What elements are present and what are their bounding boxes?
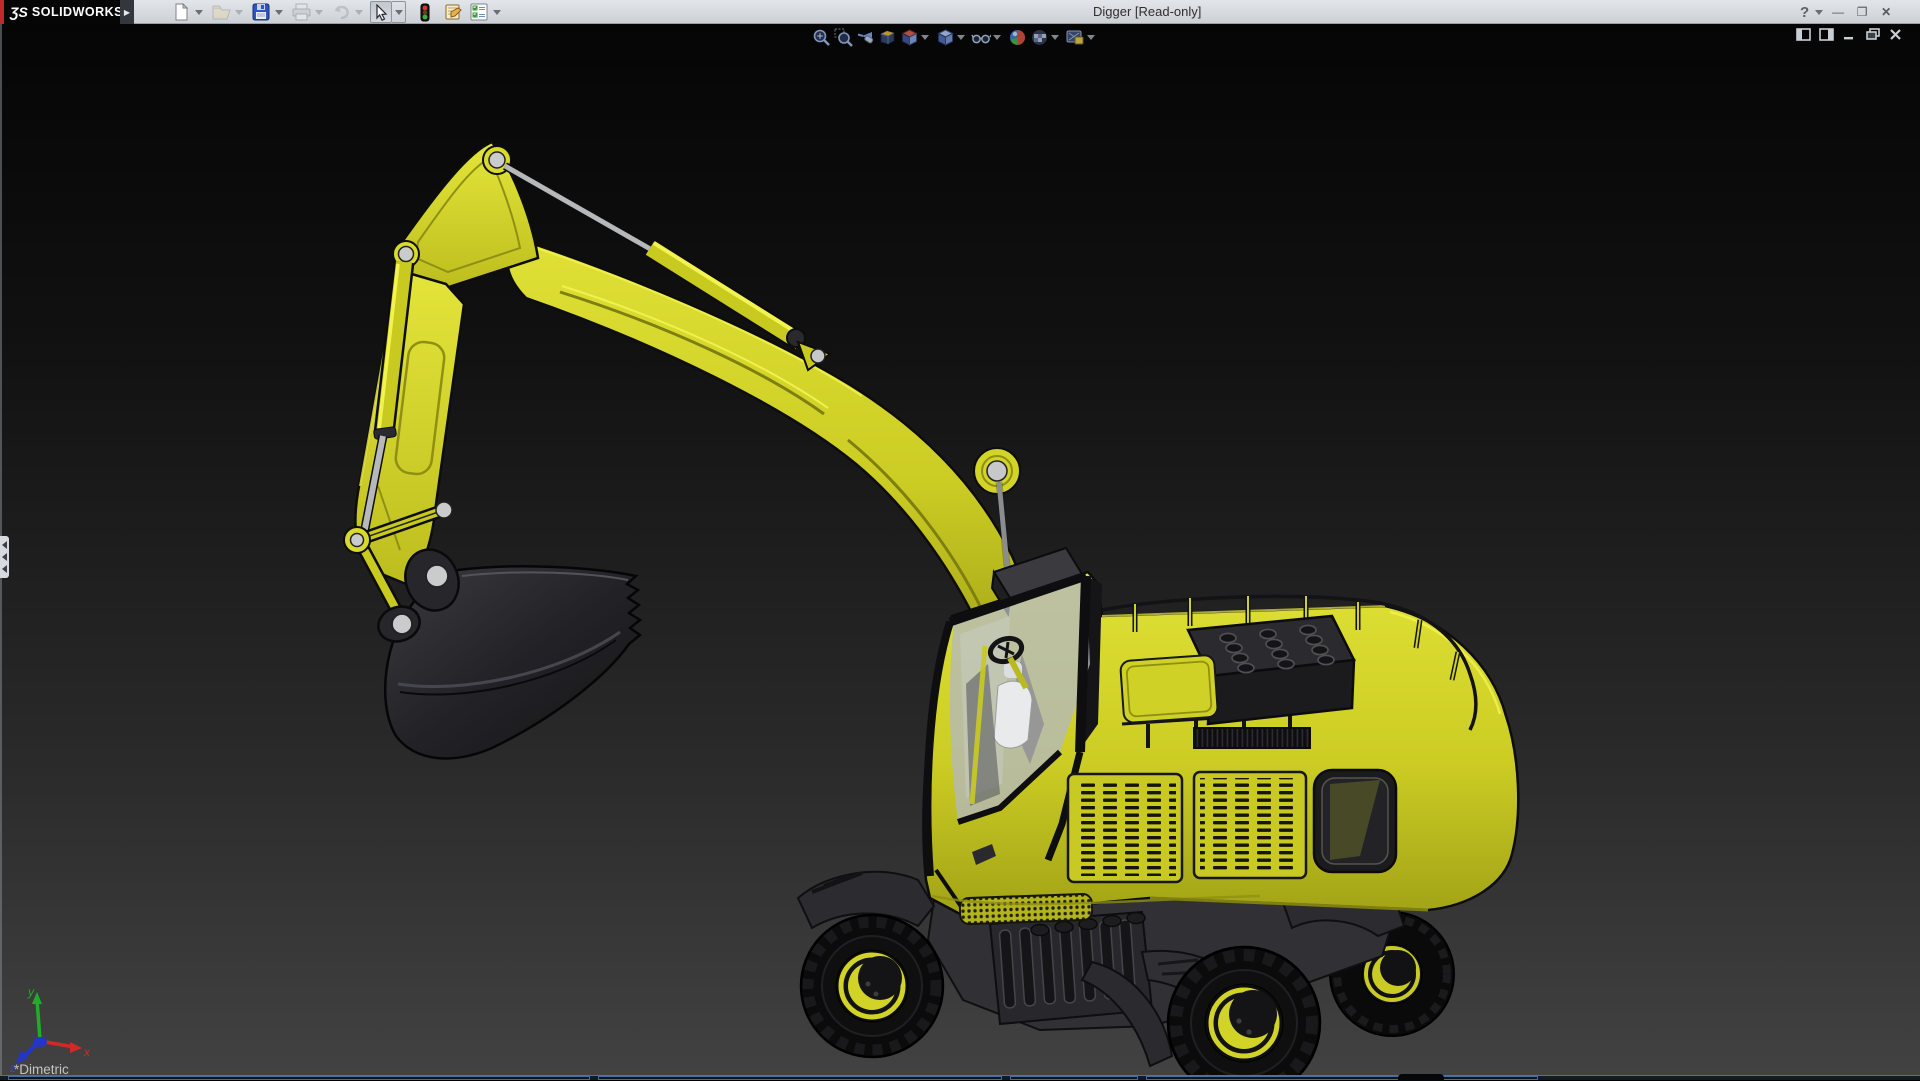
vent-grille-left [1068,774,1182,882]
solidworks-logo: ƷS SOLIDWORKS [4,0,120,24]
app-restore-button[interactable]: ❐ [1853,5,1871,19]
open-icon[interactable] [210,1,232,23]
upper-body[interactable] [923,548,1518,924]
bucket[interactable] [374,542,640,758]
app-close-button[interactable]: ✕ [1877,5,1895,19]
titlebar-controls: ? — ❐ ✕ [1800,0,1895,24]
wheel-front-left[interactable] [801,915,943,1057]
feature-panel-splitter[interactable] [0,536,9,578]
triad-x-label: x [83,1045,91,1059]
options-caret[interactable] [493,10,501,15]
rebuild-traffic-light-icon[interactable] [414,1,436,23]
print-caret[interactable] [315,10,323,15]
options-icon[interactable] [468,1,490,23]
taskbar-edge[interactable] [0,1075,1920,1080]
digger-3d-model[interactable]: x y z [0,24,1920,1075]
save-icon[interactable] [250,1,272,23]
save-caret[interactable] [275,10,283,15]
undo-caret[interactable] [355,10,363,15]
titlebar: ƷS SOLIDWORKS ▶ Digger [0,0,1920,24]
print-icon[interactable] [290,1,312,23]
boom-head-triangle[interactable] [393,142,538,288]
app-minimize-button[interactable]: — [1829,5,1847,19]
select-caret-button[interactable] [392,1,406,23]
select-arrow-button[interactable] [370,1,392,23]
rear-side-window [1314,770,1396,872]
taskbar-button[interactable] [8,1076,590,1080]
triad-y-label: y [27,985,35,999]
graphics-viewport[interactable]: x y z *Dimetric [0,24,1920,1075]
taskbar-button[interactable] [598,1076,1002,1080]
brand-name: SOLIDWORKS [32,5,123,19]
standard-toolbar [170,0,508,24]
open-caret[interactable] [235,10,243,15]
new-document-icon[interactable] [170,1,192,23]
file-properties-icon[interactable] [442,1,464,23]
help-caret[interactable] [1815,10,1823,15]
new-caret[interactable] [195,10,203,15]
taskbar-button[interactable] [1010,1076,1138,1080]
undo-icon[interactable] [330,1,352,23]
taskbar-button[interactable] [1146,1076,1538,1080]
vent-grille-right [1194,772,1306,878]
window-title: Digger [Read-only] [1093,4,1201,19]
menu-flyout-button[interactable]: ▶ [120,0,134,24]
help-button[interactable]: ? [1800,4,1809,21]
ds-logo-glyph: ƷS [10,4,28,20]
